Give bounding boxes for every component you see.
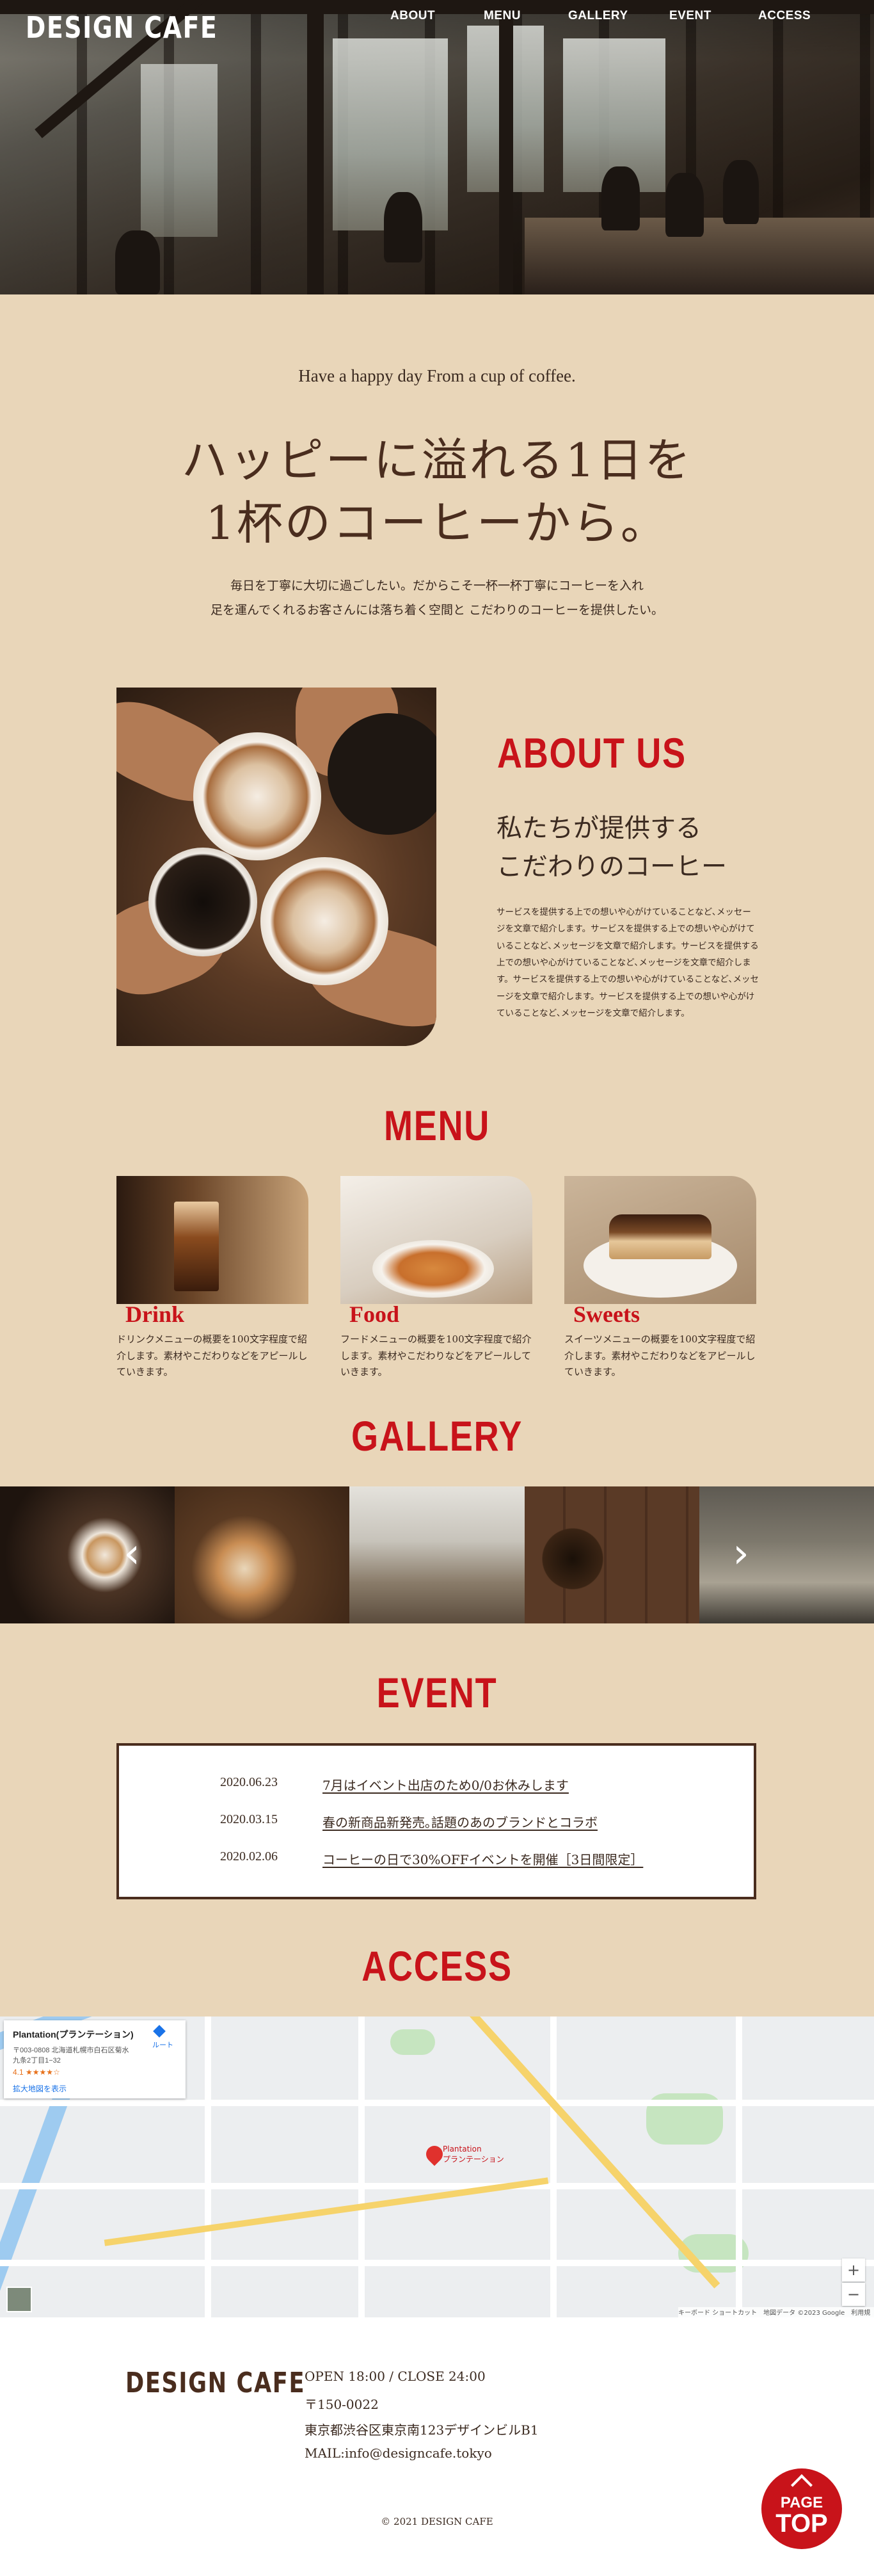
event-link[interactable]: 7月はイベント出店のため0/0お休みします xyxy=(322,1775,569,1794)
hero-person xyxy=(601,166,640,230)
event-link[interactable]: コーヒーの日で30%OFFイベントを開催［3日間限定］ xyxy=(322,1849,643,1868)
menu-title: MENU xyxy=(384,1102,490,1149)
menu-sweets-desc: スイーツメニューの概要を100文字程度で紹介します。素材やこだわりなどをアピール… xyxy=(564,1333,756,1378)
footer-hours: OPEN 18:00 / CLOSE 24:00 xyxy=(305,2369,486,2384)
nav-about[interactable]: ABOUT xyxy=(390,9,435,23)
about-subtitle: 私たちが提供する こだわりのコーヒー xyxy=(497,809,765,886)
event-link[interactable]: 春の新商品新発売｡話題のあのブランドとコラボ xyxy=(322,1812,598,1831)
latte-cup xyxy=(260,857,388,985)
latte-cup xyxy=(193,732,321,860)
gallery-image-interior xyxy=(699,1486,874,1623)
hero-person xyxy=(115,230,160,294)
nav-gallery[interactable]: GALLERY xyxy=(568,9,628,23)
footer-address: 東京都渋谷区東京南123デザインビルB1 xyxy=(305,2422,539,2438)
map-pin-label: Plantation プランテーション xyxy=(443,2145,504,2164)
intro-lead-line1: 毎日を丁寧に大切に過ごしたい。だからこそ一杯一杯丁寧にコーヒーを入れ xyxy=(230,579,644,593)
nav-access[interactable]: ACCESS xyxy=(758,9,811,23)
chevron-up-icon xyxy=(791,2474,813,2496)
place-name: Plantation(プランテーション) xyxy=(13,2029,134,2040)
plate xyxy=(328,713,436,835)
map-river xyxy=(0,2085,73,2317)
intro-headline-line2: 1杯のコーヒーから。 xyxy=(205,496,669,550)
gallery-prev-button[interactable]: ‹ xyxy=(119,1531,145,1576)
footer-postal: 〒150-0022 xyxy=(305,2397,379,2412)
about-title: ABOUT US xyxy=(497,729,687,777)
page-top-button[interactable]: PAGE TOP xyxy=(761,2468,842,2549)
about-subtitle-line1: 私たちが提供する xyxy=(497,814,701,843)
larger-map-link[interactable]: 拡大地図を表示 xyxy=(13,2083,67,2094)
map-satellite-toggle[interactable] xyxy=(6,2287,32,2312)
food-image xyxy=(340,1176,532,1304)
directions-link[interactable]: ルート xyxy=(152,2040,173,2050)
site-logo[interactable]: DESIGN CAFE xyxy=(26,10,218,45)
intro-tagline: Have a happy day From a cup of coffee. xyxy=(298,366,576,385)
directions-icon[interactable] xyxy=(153,2025,166,2038)
place-address-line2: 九条2丁目1−32 xyxy=(13,2057,61,2065)
map-road xyxy=(736,2017,742,2317)
hero-window xyxy=(141,64,218,237)
nav-menu[interactable]: MENU xyxy=(484,9,521,23)
nav-event[interactable]: EVENT xyxy=(669,9,711,23)
map-info-card: Plantation(プランテーション) 〒003-0808 北海道札幌市白石区… xyxy=(4,2020,186,2098)
menu-food-desc: フードメニューの概要を100文字程度で紹介します。素材やこだわりなどをアピールし… xyxy=(340,1333,532,1378)
cheesecake xyxy=(609,1214,711,1259)
map-road xyxy=(0,2260,874,2266)
gallery-image-counter xyxy=(349,1486,525,1623)
intro-headline-line1: ハッピーに溢れる1日を xyxy=(181,433,693,487)
coffee-bean-bowl xyxy=(537,1524,608,1594)
gallery-title: GALLERY xyxy=(351,1412,523,1460)
place-address-line1: 〒003-0808 北海道札幌市白石区菊水 xyxy=(13,2047,129,2054)
iced-coffee-glass xyxy=(174,1202,219,1291)
black-coffee-cup xyxy=(148,848,257,956)
about-image xyxy=(116,688,436,1046)
hero-beam xyxy=(499,0,513,294)
gallery-image-latte xyxy=(0,1486,175,1623)
event-title: EVENT xyxy=(376,1669,498,1716)
footer-mail: MAIL:info@designcafe.tokyo xyxy=(305,2445,492,2461)
copyright: © 2021 DESIGN CAFE xyxy=(381,2516,493,2527)
map-road xyxy=(0,2183,874,2189)
gallery-image-pie xyxy=(175,1486,350,1623)
menu-food-label: Food xyxy=(349,1301,400,1327)
hero-beam xyxy=(307,0,324,294)
hero-person xyxy=(723,160,759,224)
pasta-plate xyxy=(372,1240,494,1298)
map-park xyxy=(390,2029,435,2055)
menu-sweets-label: Sweets xyxy=(573,1301,640,1327)
event-date: 2020.06.23 xyxy=(220,1775,278,1789)
about-body: サービスを提供する上での想いや心がけていることなど､メッセージを文章で紹介します… xyxy=(497,907,759,1018)
hero-person xyxy=(384,192,422,262)
about-subtitle-line2: こだわりのコーヒー xyxy=(497,852,727,881)
drink-image xyxy=(116,1176,308,1304)
footer-logo[interactable]: DESIGN CAFE xyxy=(125,2367,305,2399)
event-date: 2020.03.15 xyxy=(220,1812,278,1826)
page-top-label-2: TOP xyxy=(775,2509,828,2538)
map-road xyxy=(550,2017,557,2317)
intro-lead-line2: 足を運んでくれるお客さんには落ち着く空間と こだわりのコーヒーを提供したい。 xyxy=(210,603,664,617)
gallery-next-button[interactable]: › xyxy=(728,1531,754,1576)
map-road xyxy=(358,2017,365,2317)
menu-drink-label: Drink xyxy=(125,1301,185,1327)
access-title: ACCESS xyxy=(362,1942,512,1990)
menu-drink-desc: ドリンクメニューの概要を100文字程度で紹介します。素材やこだわりなどをアピール… xyxy=(116,1333,308,1378)
sweets-image xyxy=(564,1176,756,1304)
place-rating: 4.1 ★★★★☆ xyxy=(13,2068,60,2077)
event-date: 2020.02.06 xyxy=(220,1849,278,1864)
map-road xyxy=(205,2017,211,2317)
map-road xyxy=(0,2100,874,2106)
map-zoom-out-button[interactable]: − xyxy=(842,2283,865,2306)
hero-person xyxy=(665,173,704,237)
map-zoom-in-button[interactable]: + xyxy=(842,2258,865,2282)
